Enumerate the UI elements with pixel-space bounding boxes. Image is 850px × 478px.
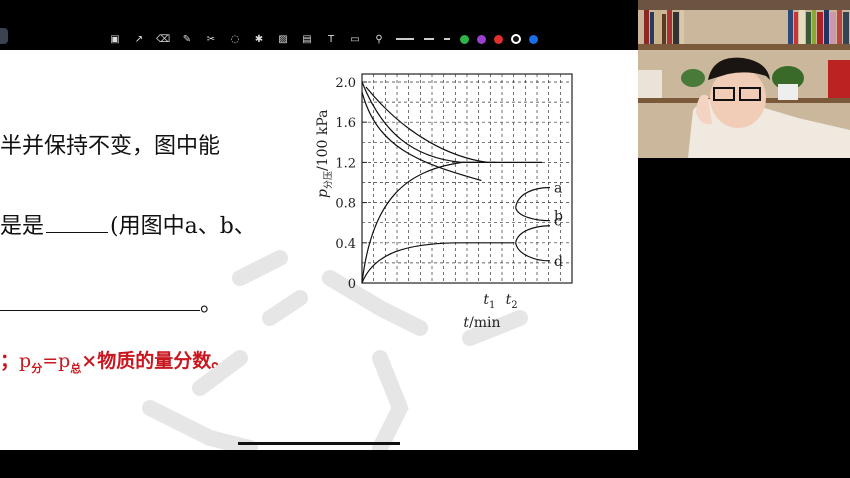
y-tick-label: 0 <box>348 277 356 292</box>
y-tick-label: 1.6 <box>335 116 356 131</box>
question-line-3-end: 。 <box>200 292 223 317</box>
hint-eq: =p <box>42 350 71 372</box>
lecture-slide: ▣ ↗ ⌫ ✎ ✂ ◌ ✱ ▨ ▤ T ▭ ⚲ 半并保持不变，图中能 是是 (用图中a、b、 。 ；p分… <box>0 28 638 450</box>
question-line-2-end: (用图中a、b、 <box>110 214 256 239</box>
image-icon[interactable]: ▨ <box>276 32 290 46</box>
pointer-icon[interactable]: ↗ <box>132 32 146 46</box>
y-tick-label: 1.2 <box>335 156 356 171</box>
toolbar-handle[interactable] <box>0 28 8 44</box>
answer-blank-2[interactable] <box>0 292 200 311</box>
hint-sub-zong: 总 <box>70 361 82 375</box>
x-tick-label-2: t2 <box>506 292 518 311</box>
answer-blank-1[interactable] <box>46 214 109 233</box>
lasso-icon[interactable]: ◌ <box>228 32 242 46</box>
y-tick-label: 0.4 <box>335 237 356 252</box>
curve-a <box>515 186 551 208</box>
series-label-a: a <box>554 181 562 197</box>
series-label-c: c <box>554 214 562 230</box>
hint-p: p <box>19 350 32 372</box>
series-label-d: d <box>554 254 563 270</box>
curve-d <box>515 242 551 262</box>
y-axis-label: p分压/100 kPa <box>315 110 334 199</box>
curve-b <box>515 207 551 222</box>
hint-rest: ×物质的量分数。 <box>81 350 231 372</box>
curve-reactant-2 <box>361 91 482 182</box>
question-line-1: 半并保持不变，图中能 <box>0 134 221 159</box>
y-tick-label: 2.0 <box>335 76 356 91</box>
curve-reactant-3 <box>365 86 488 163</box>
y-tick-label: 0.8 <box>335 197 356 212</box>
curve-c <box>515 225 551 243</box>
partial-pressure-chart: 00.40.81.21.62.0p分压/100 kPat1 t2t/minabcd <box>315 73 573 330</box>
question-line-2: 是是 (用图中a、b、 <box>0 208 256 240</box>
x-axis-label: t/min <box>463 315 500 330</box>
question-line-3: 。 <box>0 286 222 318</box>
x-tick-label-1: t1 <box>483 292 495 311</box>
screenshot-icon[interactable]: ▣ <box>108 32 122 46</box>
slide-scroll-indicator[interactable] <box>238 442 400 445</box>
eraser-icon[interactable]: ⌫ <box>156 32 170 46</box>
pen-icon[interactable]: ✎ <box>180 32 194 46</box>
shape-icon[interactable]: ✱ <box>252 32 266 46</box>
cut-icon[interactable]: ✂ <box>204 32 218 46</box>
hint-formula: ；p分=p总×物质的量分数。 <box>0 346 230 376</box>
hint-prefix: ； <box>0 350 20 372</box>
question-line-2-start: 是是 <box>0 214 45 239</box>
webcam-video <box>638 0 850 158</box>
hint-sub-fen: 分 <box>31 361 43 375</box>
webcam-scene <box>638 0 850 158</box>
